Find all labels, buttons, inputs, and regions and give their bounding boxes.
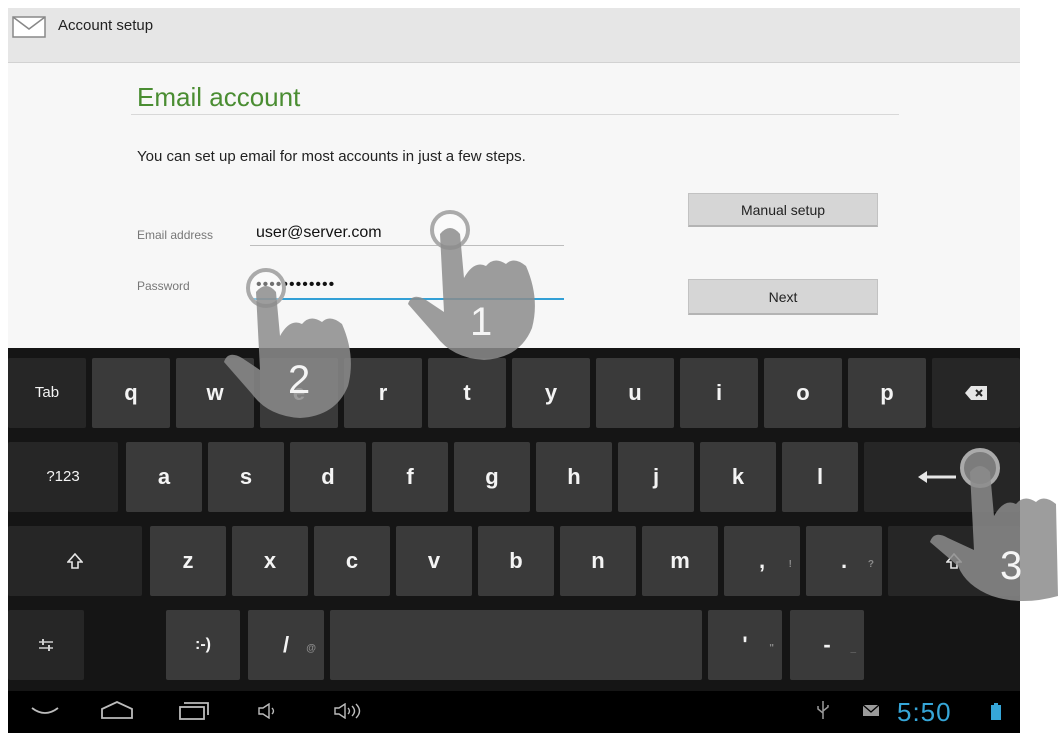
email-label: Email address bbox=[137, 228, 214, 242]
soft-keyboard: Tab q w e r t y u i o p ?123 a s d f g h… bbox=[8, 348, 1020, 691]
key-t[interactable]: t bbox=[428, 358, 506, 428]
key-comma-hint: ! bbox=[788, 559, 792, 570]
volume-up-icon[interactable] bbox=[334, 703, 364, 719]
envelope-icon bbox=[12, 16, 46, 38]
annotation-number-1: 1 bbox=[470, 300, 493, 344]
key-g[interactable]: g bbox=[454, 442, 530, 512]
key-apostrophe-hint: " bbox=[769, 643, 774, 654]
app-title: Account setup bbox=[58, 17, 154, 34]
key-h[interactable]: h bbox=[536, 442, 612, 512]
action-bar bbox=[8, 8, 1020, 63]
home-icon[interactable] bbox=[100, 700, 134, 720]
key-apostrophe[interactable]: ' " bbox=[708, 610, 782, 680]
volume-down-icon[interactable] bbox=[258, 703, 280, 719]
key-comma-label: , bbox=[758, 548, 766, 573]
key-symbols[interactable]: ?123 bbox=[8, 442, 118, 512]
key-i[interactable]: i bbox=[680, 358, 758, 428]
key-v[interactable]: v bbox=[396, 526, 472, 596]
key-period[interactable]: . ? bbox=[806, 526, 882, 596]
key-m[interactable]: m bbox=[642, 526, 718, 596]
key-apostrophe-label: ' bbox=[742, 632, 748, 657]
key-z[interactable]: z bbox=[150, 526, 226, 596]
key-n[interactable]: n bbox=[560, 526, 636, 596]
shift-icon bbox=[67, 553, 83, 569]
back-icon[interactable] bbox=[30, 704, 60, 718]
key-x[interactable]: x bbox=[232, 526, 308, 596]
key-dash-label: - bbox=[823, 632, 831, 657]
hand-pointer-icon-3 bbox=[930, 448, 1058, 601]
key-c[interactable]: c bbox=[314, 526, 390, 596]
key-p[interactable]: p bbox=[848, 358, 926, 428]
key-period-label: . bbox=[840, 548, 848, 573]
title-divider bbox=[131, 114, 899, 115]
key-o[interactable]: o bbox=[764, 358, 842, 428]
description-text: You can set up email for most accounts i… bbox=[137, 148, 526, 165]
key-dash[interactable]: - _ bbox=[790, 610, 864, 680]
key-shift-left[interactable] bbox=[8, 526, 142, 596]
next-button[interactable]: Next bbox=[688, 279, 878, 315]
key-dash-hint: _ bbox=[850, 643, 856, 654]
manual-setup-button[interactable]: Manual setup bbox=[688, 193, 878, 227]
key-s[interactable]: s bbox=[208, 442, 284, 512]
key-slash-hint: @ bbox=[306, 643, 316, 654]
key-slash-label: / bbox=[282, 632, 290, 657]
key-q[interactable]: q bbox=[92, 358, 170, 428]
recent-apps-icon[interactable] bbox=[178, 701, 210, 721]
key-a[interactable]: a bbox=[126, 442, 202, 512]
key-smiley[interactable]: :-) bbox=[166, 610, 240, 680]
key-l[interactable]: l bbox=[782, 442, 858, 512]
key-backspace[interactable] bbox=[932, 358, 1020, 428]
usb-icon bbox=[817, 701, 829, 719]
key-k[interactable]: k bbox=[700, 442, 776, 512]
annotation-number-3: 3 bbox=[1000, 544, 1023, 588]
page-title: Email account bbox=[137, 82, 301, 112]
key-settings[interactable] bbox=[8, 610, 84, 680]
status-clock: 5:50 bbox=[897, 697, 952, 727]
key-space[interactable] bbox=[330, 610, 702, 680]
key-comma[interactable]: , ! bbox=[724, 526, 800, 596]
key-tab[interactable]: Tab bbox=[8, 358, 86, 428]
annotation-number-2: 2 bbox=[288, 358, 311, 402]
key-f[interactable]: f bbox=[372, 442, 448, 512]
key-slash[interactable]: / @ bbox=[248, 610, 324, 680]
key-d[interactable]: d bbox=[290, 442, 366, 512]
key-u[interactable]: u bbox=[596, 358, 674, 428]
mail-notification-icon bbox=[862, 704, 880, 716]
key-b[interactable]: b bbox=[478, 526, 554, 596]
key-j[interactable]: j bbox=[618, 442, 694, 512]
settings-sliders-icon bbox=[39, 639, 53, 651]
battery-icon bbox=[991, 703, 1001, 720]
key-y[interactable]: y bbox=[512, 358, 590, 428]
password-label: Password bbox=[137, 279, 190, 293]
key-period-hint: ? bbox=[867, 559, 874, 570]
backspace-icon bbox=[965, 386, 987, 400]
